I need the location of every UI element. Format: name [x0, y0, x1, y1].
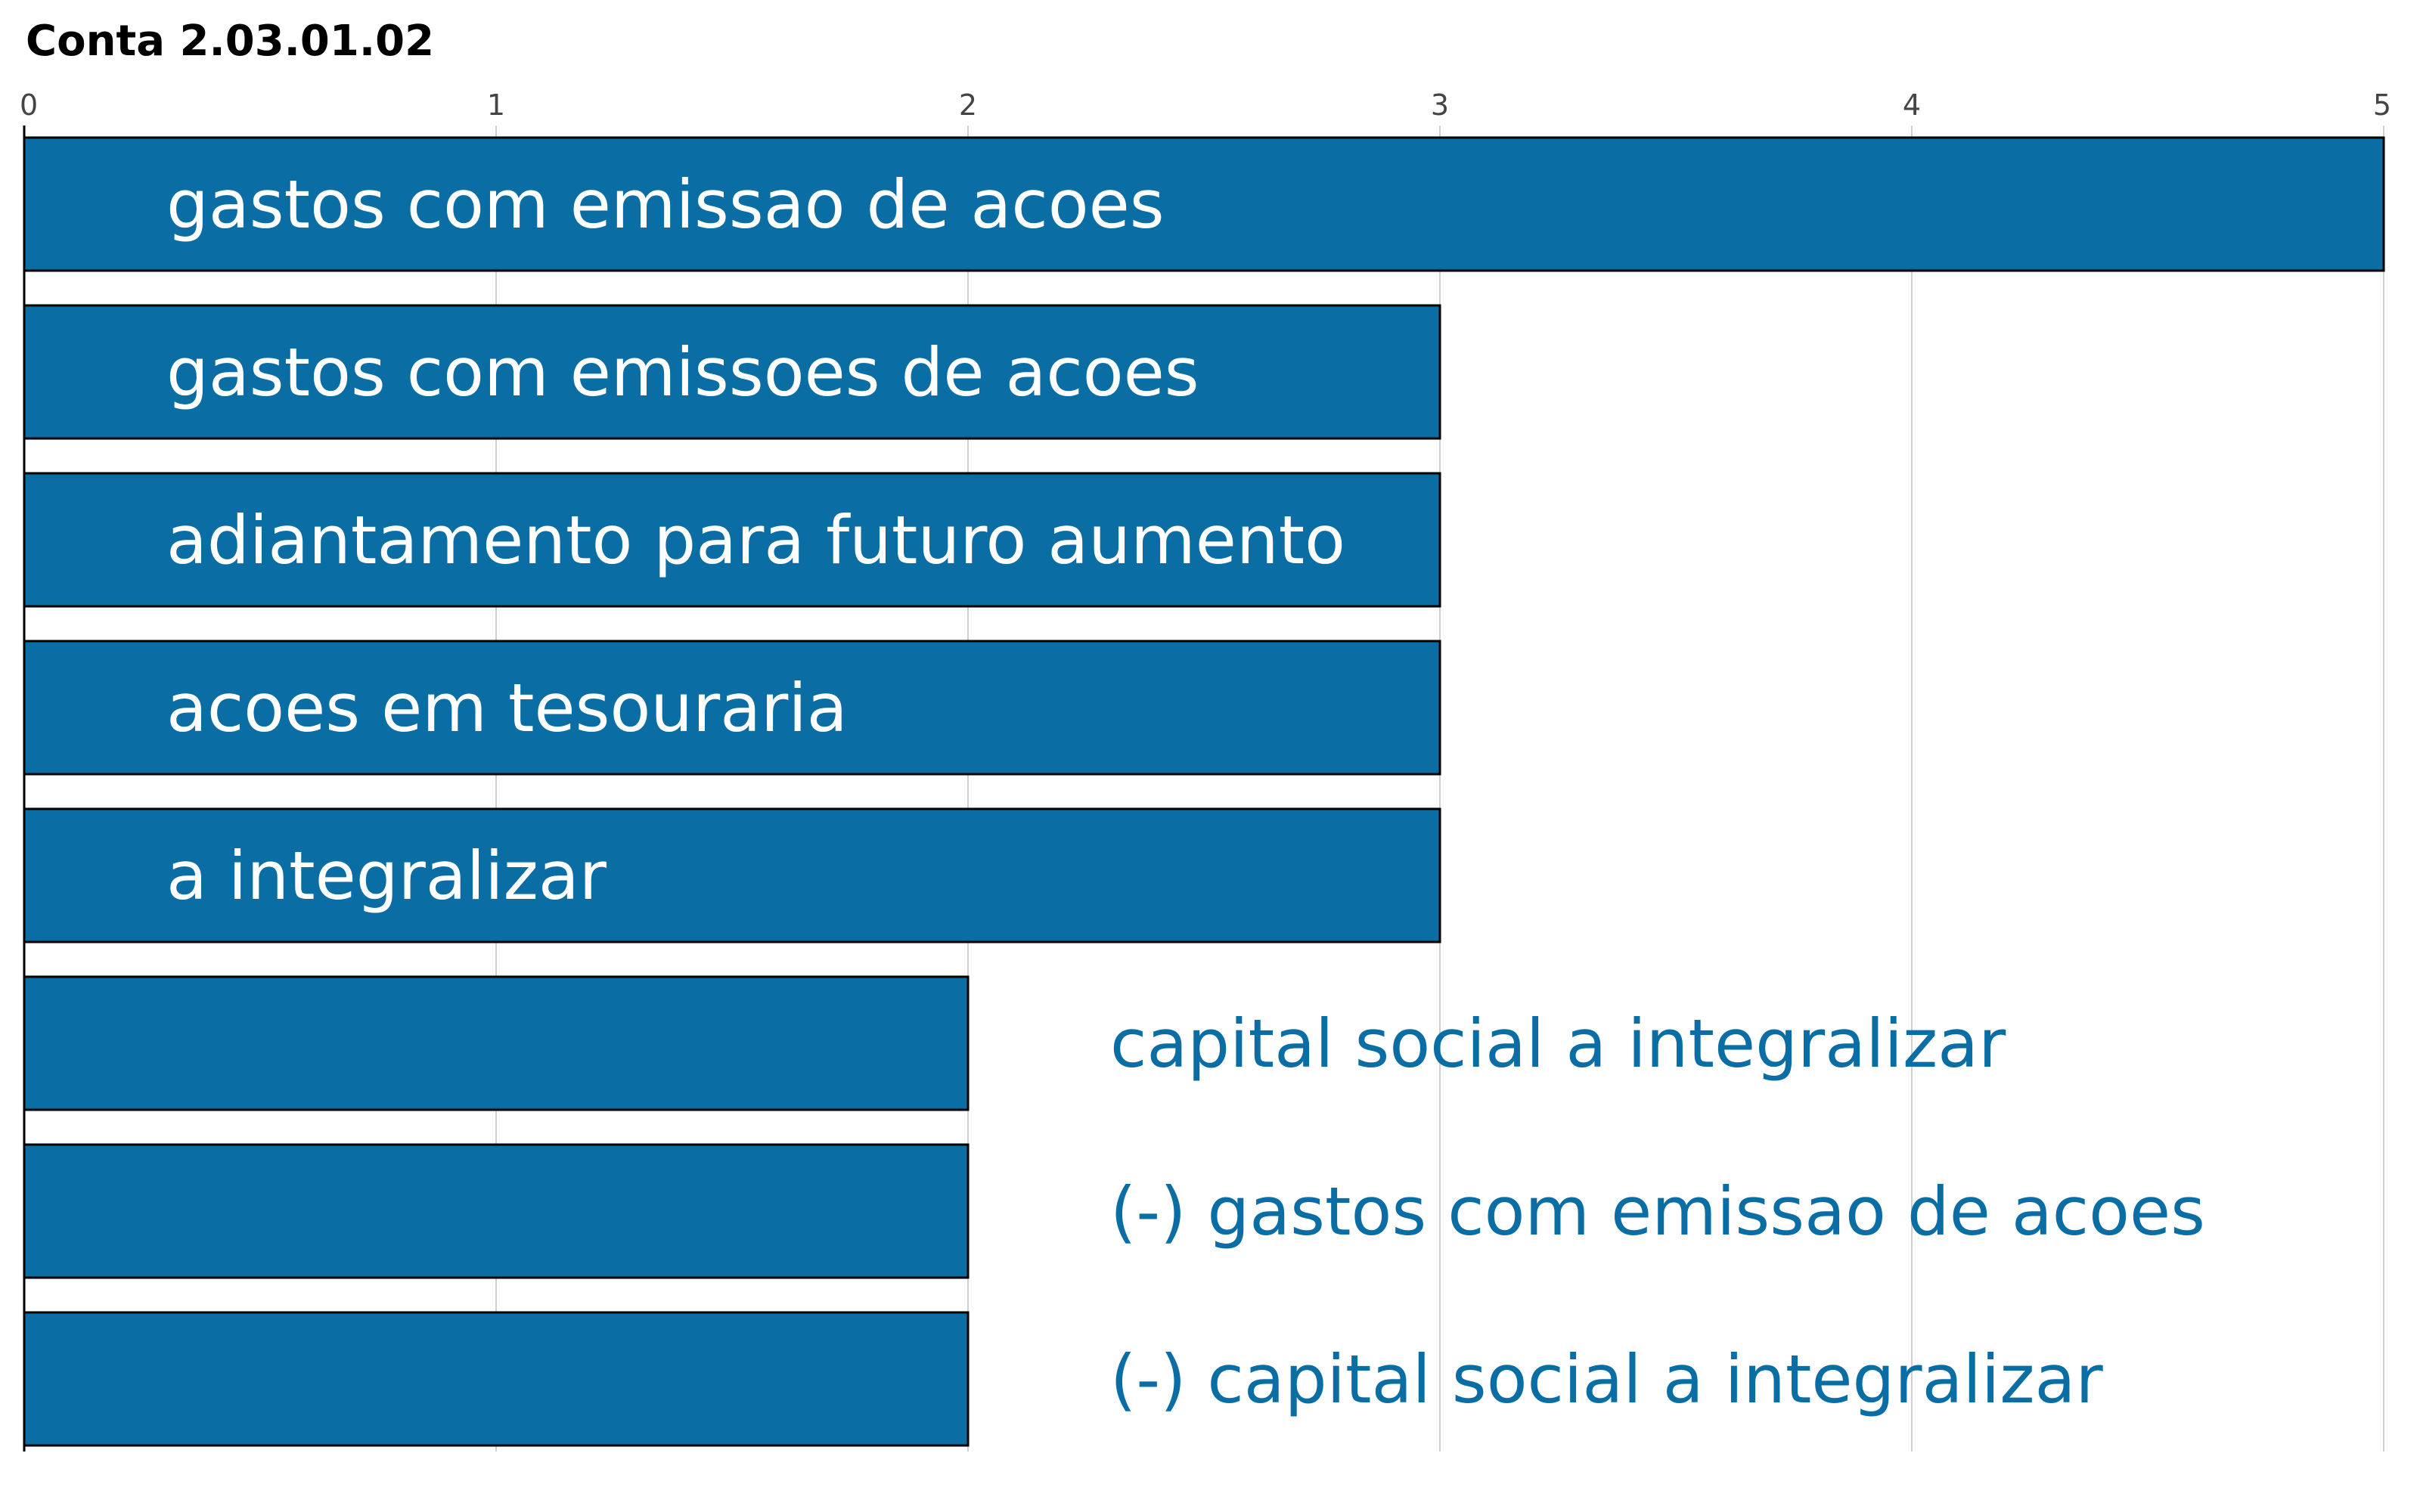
bar-label-2: gastos com emissoes de acoes [166, 333, 1199, 411]
bar-8 [23, 1311, 970, 1447]
bar-label-4: acoes em tesouraria [166, 669, 848, 747]
bar-label-6: capital social a integralizar [1110, 1005, 2006, 1083]
bar-label-5: a integralizar [166, 837, 607, 915]
bar-label-8: (-) capital social a integralizar [1110, 1340, 2103, 1418]
bar-6 [23, 975, 970, 1111]
x-tick-label-0: 0 [20, 88, 38, 122]
x-tick-label-2: 2 [959, 88, 977, 122]
x-tick-label-5: 5 [2373, 88, 2391, 122]
x-axis-ticks: 0 1 2 3 4 5 [20, 88, 2391, 122]
x-tick-label-4: 4 [1903, 88, 1921, 122]
bar-chart: 012345 gastos com emissao de acoesgastos… [20, 88, 2391, 1452]
x-tick-label-1: 1 [487, 88, 505, 122]
bar-label-3: adiantamento para futuro aumento [166, 501, 1345, 579]
bar-7 [23, 1143, 970, 1279]
bar-label-1: gastos com emissao de acoes [166, 166, 1165, 243]
x-tick-label-3: 3 [1431, 88, 1449, 122]
bar-label-7: (-) gastos com emissao de acoes [1110, 1173, 2205, 1250]
bars: gastos com emissao de acoes gastos com em… [23, 136, 2385, 1447]
